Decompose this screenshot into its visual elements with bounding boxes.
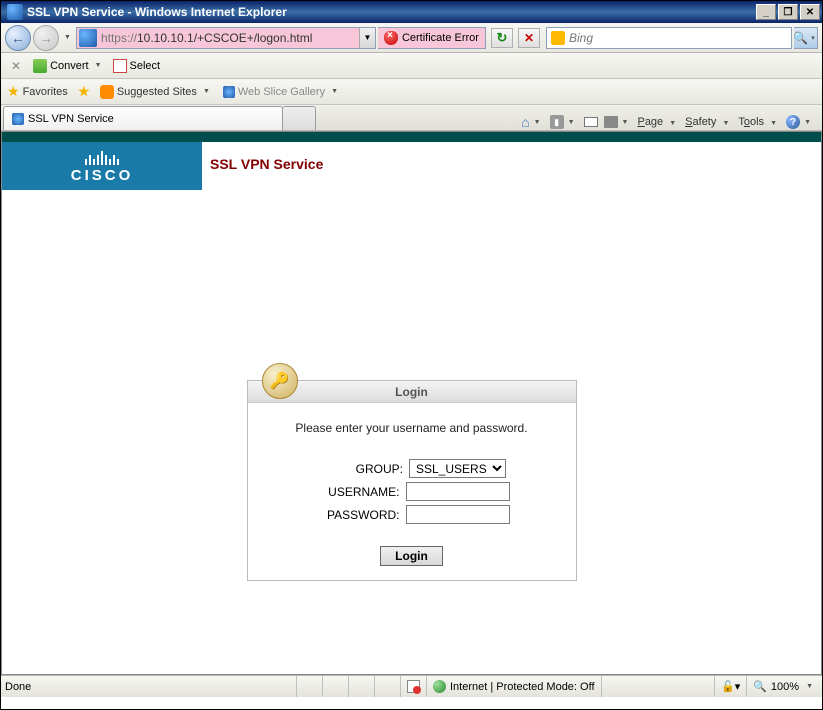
select-button[interactable]: Select	[113, 59, 161, 73]
page-content: CISCO SSL VPN Service Login Please enter…	[1, 131, 822, 675]
refresh-button[interactable]: ↻	[491, 28, 513, 48]
protected-mode-toggle[interactable]: 🔓▾	[714, 676, 746, 697]
home-icon: ⌂	[521, 114, 529, 130]
group-select[interactable]: SSL_USERS	[409, 459, 506, 478]
mail-icon	[584, 117, 598, 127]
favorites-bar: ★ Favorites Suggested Sites ▼ Web Slice …	[1, 79, 822, 105]
magnifier-icon: 🔍	[793, 31, 808, 45]
username-label: USERNAME:	[314, 485, 400, 499]
restore-button[interactable]: ❐	[778, 4, 798, 20]
rss-icon: ▮	[550, 115, 564, 129]
select-label: Select	[130, 60, 161, 72]
close-toolbar-button[interactable]: ✕	[7, 59, 25, 73]
safety-menu[interactable]: Safety ▼	[685, 116, 732, 128]
tab-favicon	[12, 113, 24, 125]
cisco-brand-text: CISCO	[71, 167, 134, 184]
tab-bar: SSL VPN Service ⌂▼ ▮▼ ▼ Page ▼ Safety ▼ …	[1, 105, 822, 131]
address-bar[interactable]: https://10.10.10.1/+CSCOE+/logon.html ▼	[76, 27, 376, 49]
group-label: GROUP:	[317, 462, 403, 476]
print-button[interactable]: ▼	[604, 116, 632, 128]
status-cell-4	[374, 676, 400, 697]
cert-error-label: Certificate Error	[402, 32, 479, 44]
search-button[interactable]: 🔍▾	[794, 27, 818, 49]
nav-history-dropdown[interactable]: ▼	[61, 34, 74, 41]
web-slice-link[interactable]: Web Slice Gallery ▼	[223, 86, 341, 98]
slice-icon	[223, 86, 235, 98]
help-icon: ?	[786, 115, 800, 129]
login-panel: Login Please enter your username and pas…	[247, 380, 577, 581]
zoom-control[interactable]: 🔍 100% ▼	[746, 676, 822, 697]
home-button[interactable]: ⌂▼	[521, 114, 543, 130]
new-tab-button[interactable]	[282, 106, 316, 130]
status-spacer	[601, 676, 714, 697]
window-titlebar: SSL VPN Service - Windows Internet Explo…	[1, 1, 822, 23]
convert-label: Convert	[50, 60, 89, 72]
status-cell-3	[348, 676, 374, 697]
select-icon	[113, 59, 127, 73]
suggested-label: Suggested Sites	[117, 86, 197, 98]
close-window-button[interactable]: ✕	[800, 4, 820, 20]
site-icon	[79, 29, 97, 47]
password-label: PASSWORD:	[314, 508, 400, 522]
password-field[interactable]	[406, 505, 510, 524]
bulb-icon	[100, 85, 114, 99]
slice-label: Web Slice Gallery	[238, 86, 325, 98]
cisco-logo: CISCO	[2, 142, 202, 190]
status-cell-2	[322, 676, 348, 697]
nav-toolbar: ← → ▼ https://10.10.10.1/+CSCOE+/logon.h…	[1, 23, 822, 53]
suggested-sites-link[interactable]: Suggested Sites ▼	[100, 85, 213, 99]
cisco-bars-icon	[85, 149, 119, 165]
zone-label: Internet | Protected Mode: Off	[450, 681, 595, 693]
service-title: SSL VPN Service	[202, 142, 331, 190]
window-title: SSL VPN Service - Windows Internet Explo…	[27, 5, 756, 19]
stop-button[interactable]: ✕	[518, 28, 540, 48]
minimize-button[interactable]: _	[756, 4, 776, 20]
favorites-label: Favorites	[23, 86, 68, 98]
page-menu[interactable]: Page ▼	[637, 116, 679, 128]
search-box[interactable]	[546, 27, 792, 49]
forward-button[interactable]: →	[33, 25, 59, 51]
login-area: Login Please enter your username and pas…	[2, 190, 821, 581]
certificate-error-button[interactable]: Certificate Error	[378, 27, 486, 49]
security-zone[interactable]: Internet | Protected Mode: Off	[426, 676, 601, 697]
help-button[interactable]: ?▼	[786, 115, 814, 129]
star-icon: ★	[7, 83, 20, 100]
feeds-button[interactable]: ▮▼	[550, 115, 578, 129]
tab-active[interactable]: SSL VPN Service	[3, 106, 283, 130]
status-cell-1	[296, 676, 322, 697]
status-bar: Done Internet | Protected Mode: Off 🔓▾ 🔍…	[1, 675, 822, 697]
popup-blocked-indicator[interactable]	[400, 676, 426, 697]
favorites-button[interactable]: ★ Favorites	[7, 83, 68, 100]
tools-menu[interactable]: Tools ▼	[738, 116, 780, 128]
page-header: CISCO SSL VPN Service	[2, 142, 821, 190]
ie-icon	[7, 4, 23, 20]
search-input[interactable]	[569, 31, 787, 45]
zoom-icon: 🔍	[753, 680, 767, 693]
url-text[interactable]: https://10.10.10.1/+CSCOE+/logon.html	[99, 31, 359, 45]
bing-icon	[551, 31, 565, 45]
lock-icon: 🔓▾	[721, 680, 740, 693]
print-icon	[604, 116, 618, 128]
shield-error-icon	[384, 31, 398, 45]
tab-title: SSL VPN Service	[28, 113, 114, 125]
blocked-icon	[407, 680, 420, 693]
header-strip	[2, 132, 821, 142]
login-button[interactable]: Login	[380, 546, 443, 566]
address-dropdown[interactable]: ▼	[359, 28, 375, 48]
add-star-icon	[78, 86, 90, 98]
globe-icon	[433, 680, 446, 693]
status-text: Done	[1, 676, 296, 697]
username-field[interactable]	[406, 482, 510, 501]
read-mail-button[interactable]	[584, 117, 598, 127]
login-message: Please enter your username and password.	[248, 403, 576, 459]
convert-icon	[33, 59, 47, 73]
zoom-value: 100%	[771, 681, 799, 693]
key-icon	[262, 363, 298, 399]
login-form: GROUP: SSL_USERS USERNAME: PASSWORD:	[248, 459, 576, 538]
add-favorite-button[interactable]	[78, 86, 90, 98]
command-bar: ⌂▼ ▮▼ ▼ Page ▼ Safety ▼ Tools ▼ ?▼	[515, 114, 820, 130]
convert-toolbar: ✕ Convert ▼ Select	[1, 53, 822, 79]
convert-button[interactable]: Convert ▼	[33, 59, 104, 73]
back-button[interactable]: ←	[5, 25, 31, 51]
